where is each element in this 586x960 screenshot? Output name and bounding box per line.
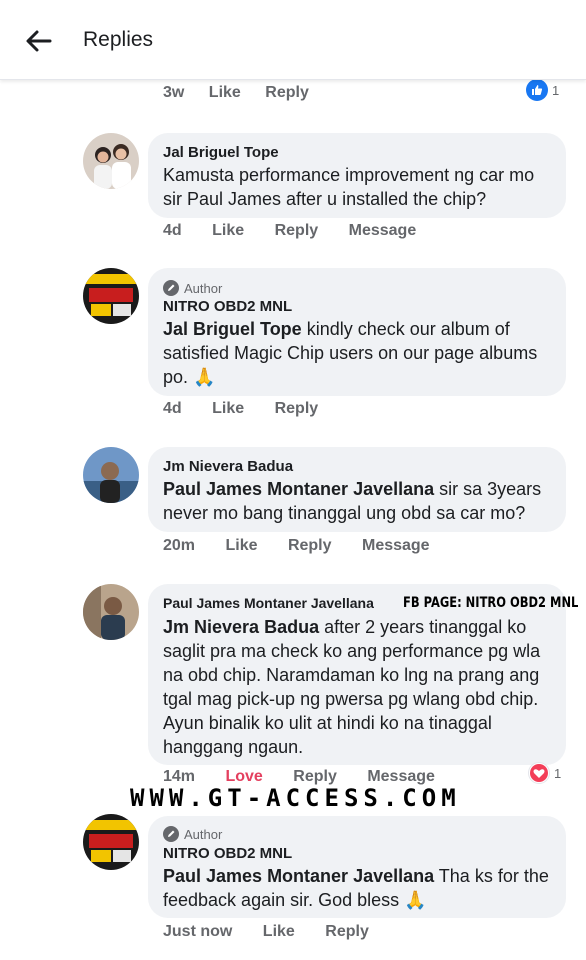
reaction-number: 1	[554, 765, 562, 781]
author-label: Author	[184, 826, 223, 842]
message-button[interactable]: Message	[349, 222, 417, 239]
comment-text: Jal Briguel Tope kindly check our album …	[163, 317, 558, 389]
love-button[interactable]: Love	[225, 768, 262, 785]
heart-reaction-icon	[528, 762, 550, 784]
message-button[interactable]: Message	[362, 537, 430, 554]
comment-text: Kamusta performance improvement ng car m…	[163, 165, 535, 209]
timestamp: 4d	[163, 222, 182, 239]
reply-button[interactable]: Reply	[293, 768, 337, 785]
reply-button[interactable]: Reply	[275, 400, 319, 417]
comment-actions: Just now Like Reply	[163, 923, 395, 941]
like-button[interactable]: Like	[263, 923, 295, 940]
commenter-name[interactable]: Jal Briguel Tope	[163, 144, 279, 161]
message-button[interactable]: Message	[367, 768, 435, 785]
reaction-count[interactable]: 1	[526, 79, 559, 101]
pencil-icon	[163, 826, 179, 842]
top-app-bar: Replies	[0, 0, 586, 80]
comment-actions: 4d Like Reply Message	[163, 222, 442, 240]
timestamp: 14m	[163, 768, 196, 785]
watermark-fb-page: FB PAGE: NITRO OBD2 MNL	[403, 595, 579, 611]
commenter-name[interactable]: NITRO OBD2 MNL	[163, 845, 292, 862]
comment-text: Paul James Montaner Javellana Tha ks for…	[163, 864, 558, 912]
timestamp: 3w	[163, 84, 185, 101]
comment-actions: 20m Like Reply Message	[163, 537, 456, 555]
previous-comment-actions: 3w Like Reply	[163, 84, 329, 102]
commenter-name[interactable]: NITRO OBD2 MNL	[163, 298, 292, 315]
comment-body: after 2 years tinanggal ko saglit pra ma…	[163, 617, 541, 757]
avatar[interactable]	[83, 584, 139, 640]
mention-link[interactable]: Jal Briguel Tope	[163, 319, 302, 339]
comment-text: Paul James Montaner Javellana sir sa 3ye…	[163, 477, 563, 525]
like-button[interactable]: Like	[225, 537, 257, 554]
pencil-icon	[163, 280, 179, 296]
avatar[interactable]	[83, 447, 139, 503]
timestamp: Just now	[163, 923, 233, 940]
avatar[interactable]	[83, 133, 139, 189]
reaction-count[interactable]: 1	[528, 762, 561, 784]
author-badge: Author	[163, 826, 222, 842]
like-button[interactable]: Like	[212, 222, 244, 239]
author-badge: Author	[163, 280, 222, 296]
mention-link[interactable]: Jm Nievera Badua	[163, 617, 319, 637]
comment-text: Jm Nievera Badua after 2 years tinanggal…	[163, 615, 561, 759]
reply-button[interactable]: Reply	[275, 222, 319, 239]
like-button[interactable]: Like	[209, 84, 241, 101]
comment-actions: 4d Like Reply	[163, 400, 344, 418]
reply-button[interactable]: Reply	[325, 923, 369, 940]
mention-link[interactable]: Paul James Montaner Javellana	[163, 866, 434, 886]
timestamp: 20m	[163, 537, 196, 554]
commenter-name[interactable]: Jm Nievera Badua	[163, 458, 293, 475]
back-arrow-icon[interactable]	[22, 24, 56, 58]
like-button[interactable]: Like	[212, 400, 244, 417]
reply-button[interactable]: Reply	[265, 84, 309, 101]
like-reaction-icon	[526, 79, 548, 101]
reply-button[interactable]: Reply	[288, 537, 332, 554]
author-label: Author	[184, 280, 223, 296]
watermark-url: WWW.GT-ACCESS.COM	[130, 784, 461, 812]
mention-link[interactable]: Paul James Montaner Javellana	[163, 479, 434, 499]
avatar[interactable]	[83, 814, 139, 870]
timestamp: 4d	[163, 400, 182, 417]
reaction-number: 1	[552, 82, 560, 98]
page-title: Replies	[83, 28, 154, 51]
commenter-name[interactable]: Paul James Montaner Javellana	[163, 595, 374, 611]
avatar[interactable]	[83, 268, 139, 324]
